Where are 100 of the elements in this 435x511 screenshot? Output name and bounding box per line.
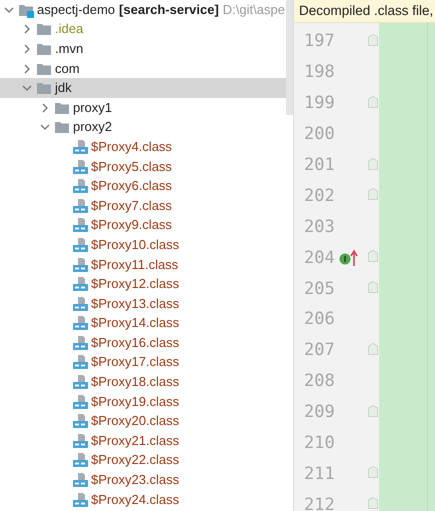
class-file-icon [72,394,88,410]
tree-row[interactable]: $Proxy20.class [0,411,286,432]
folder-icon [54,119,70,136]
line-number: 198 [304,62,335,82]
folder-icon [36,21,52,38]
module-name: [search-service] [119,2,219,18]
scrollbar-thumb[interactable] [286,0,293,115]
tree-item-label: .mvn [55,40,84,58]
tree-item-label: .idea [55,20,84,38]
chevron-down-icon[interactable] [22,83,32,94]
tree-row[interactable]: $Proxy11.class [0,254,286,274]
class-file-icon [72,158,88,175]
tree-row[interactable]: $Proxy17.class [0,352,286,372]
line-number: 201 [304,155,335,175]
class-file-icon [72,413,88,430]
class-file-icon [72,276,88,292]
tree-row[interactable]: $Proxy5.class [0,156,286,176]
class-file-icon [72,198,88,214]
tree-row[interactable]: $Proxy23.class [0,470,286,490]
tree-item-label: $Proxy18.class [91,373,180,392]
tree-item-label: $Proxy13.class [91,294,180,313]
class-file-icon [72,334,88,351]
line-number: 197 [304,31,335,52]
tree-row[interactable]: $Proxy13.class [0,294,286,314]
class-file-icon [72,354,88,370]
tree-item-label: $Proxy24.class [91,490,180,509]
tree-item-label: $Proxy4.class [91,138,172,156]
fold-marker-icon[interactable] [368,342,378,355]
folder-icon [36,80,52,96]
tree-item-label: $Proxy22.class [91,451,180,470]
chevron-right-icon[interactable] [22,24,32,34]
tree-item-label: $Proxy21.class [91,432,180,450]
line-number: 205 [304,278,335,299]
tree-row[interactable]: com [0,58,286,78]
class-file-icon [72,432,88,449]
class-file-icon [72,256,88,273]
fold-marker-icon[interactable] [368,281,378,294]
tree-row[interactable]: .idea [0,20,286,40]
tree-item-label: $Proxy10.class [91,236,180,254]
class-file-icon [72,315,88,332]
class-file-icon [72,296,88,312]
class-file-icon [72,452,88,468]
tree-row[interactable]: $Proxy10.class [0,235,286,255]
tree-row[interactable]: $Proxy7.class [0,196,286,216]
tree-row[interactable]: proxy2 [0,118,286,138]
tree-row[interactable]: $Proxy22.class [0,450,286,470]
line-number: 203 [304,216,335,237]
implements-marker-icon[interactable] [338,248,359,267]
tree-item-label: $Proxy12.class [91,275,180,294]
chevron-down-icon[interactable] [4,4,14,15]
tree-item-label: $Proxy7.class [91,196,172,215]
tree-row[interactable]: jdk [0,78,286,98]
tree-row[interactable]: $Proxy21.class [0,431,286,451]
fold-marker-icon[interactable] [368,34,378,46]
fold-marker-icon[interactable] [368,188,378,200]
class-file-icon [72,236,88,253]
line-number: 204 [304,248,335,268]
tree-item-label: $Proxy20.class [91,412,180,430]
tree-row[interactable]: $Proxy6.class [0,176,286,196]
tree-item-label: $Proxy9.class [91,216,172,234]
tree-item-label: proxy2 [73,118,112,136]
class-file-icon [72,472,88,488]
tree-row[interactable]: $Proxy12.class [0,274,286,294]
fold-marker-icon[interactable] [368,404,378,417]
fold-marker-icon[interactable] [368,250,378,262]
tree-row[interactable]: $Proxy19.class [0,392,286,412]
tree-row[interactable]: $Proxy14.class [0,314,286,334]
tree-row[interactable]: $Proxy9.class [0,216,286,236]
tree-row[interactable]: $Proxy16.class [0,333,286,353]
line-number: 209 [304,402,335,422]
tree-row[interactable]: aspectj-demo [search-service] D:\git\aspe [0,0,286,20]
tree-row[interactable]: $Proxy4.class [0,137,286,157]
chevron-right-icon[interactable] [22,44,32,54]
line-number: 202 [304,186,335,206]
fold-marker-icon[interactable] [368,497,378,510]
project-name: aspectj-demo [37,0,116,19]
tree-item-label: $Proxy17.class [91,353,180,372]
class-file-icon [72,492,88,508]
decompiled-banner: Decompiled .class file, [294,0,435,23]
tree-item-label: $Proxy23.class [91,471,180,490]
fold-marker-icon[interactable] [368,158,378,170]
line-number: 211 [304,464,335,484]
tree-item-label: proxy1 [73,98,112,117]
chevron-down-icon[interactable] [40,122,50,132]
chevron-right-icon[interactable] [22,64,32,74]
class-file-icon [72,217,88,234]
tree-row[interactable]: $Proxy18.class [0,372,286,392]
chevron-right-icon[interactable] [40,102,50,113]
class-file-icon [72,138,88,155]
fold-marker-icon[interactable] [368,96,378,108]
tree-row[interactable]: .mvn [0,39,286,59]
line-number: 200 [304,124,335,144]
line-number: 210 [304,433,335,454]
fold-marker-icon[interactable] [368,466,378,478]
tree-row[interactable]: proxy1 [0,98,286,118]
tree-row[interactable]: $Proxy24.class [0,490,286,510]
tree-item-label: $Proxy19.class [91,392,180,411]
line-number: 212 [304,494,335,511]
tree-item-label: $Proxy5.class [91,158,172,176]
class-file-icon [72,374,88,390]
